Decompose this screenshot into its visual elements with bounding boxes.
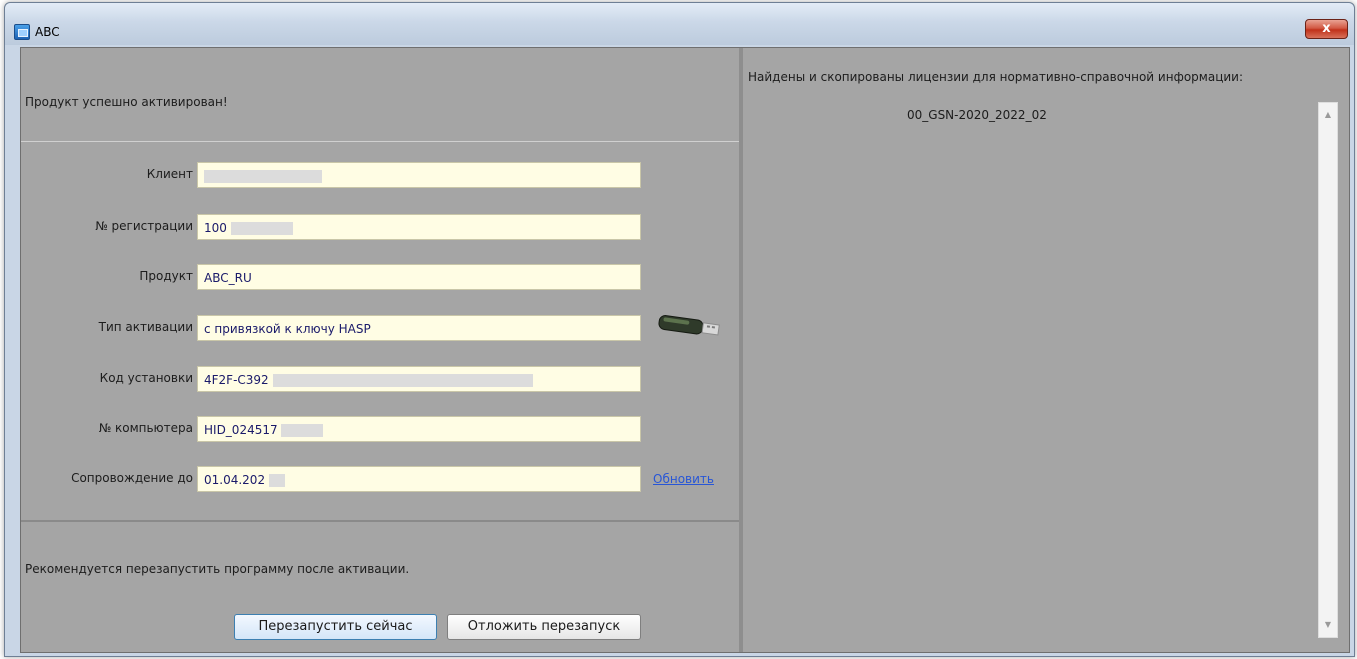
client-field[interactable]: [197, 162, 641, 188]
computer-id-field[interactable]: HID_024517: [197, 416, 641, 442]
close-button[interactable]: x: [1305, 19, 1348, 39]
postpone-restart-button[interactable]: Отложить перезапуск: [447, 614, 641, 640]
computer-id-label: № компьютера: [98, 421, 193, 435]
redacted-block: [281, 424, 324, 437]
close-icon: x: [1322, 21, 1331, 36]
support-until-field[interactable]: 01.04.202: [197, 466, 641, 492]
license-item[interactable]: 00_GSN-2020_2022_02: [907, 108, 1047, 122]
row-computer-id: № компьютера HID_024517: [21, 416, 739, 442]
restart-message: Рекомендуется перезапустить программу по…: [25, 562, 410, 576]
redacted-block: [268, 474, 285, 487]
redacted-block: [204, 170, 322, 183]
support-until-value: 01.04.202: [204, 473, 266, 487]
scroll-down-icon[interactable]: ▼: [1319, 617, 1337, 633]
row-support-until: Сопровождение до 01.04.202 Обновить: [21, 466, 739, 492]
scroll-up-icon[interactable]: ▲: [1319, 107, 1337, 123]
product-value: ABC_RU: [204, 271, 252, 285]
restart-section: Рекомендуется перезапустить программу по…: [21, 520, 739, 652]
registration-label: № регистрации: [95, 219, 193, 233]
product-field[interactable]: ABC_RU: [197, 264, 641, 290]
support-until-label: Сопровождение до: [71, 471, 193, 485]
activation-type-label: Тип активации: [98, 320, 193, 334]
window-title: ABC: [35, 25, 60, 39]
right-panel: Найдены и скопированы лицензии для норма…: [743, 48, 1349, 652]
row-client: Клиент: [21, 162, 739, 188]
usb-key-icon: [658, 315, 720, 336]
activation-window: ABC x Продукт успешно активирован! Клиен…: [4, 2, 1355, 657]
licenses-scrollbar[interactable]: ▲ ▼: [1318, 102, 1338, 638]
restart-now-button[interactable]: Перезапустить сейчас: [234, 614, 437, 640]
activation-type-field[interactable]: с привязкой к ключу HASP: [197, 315, 641, 341]
install-code-label: Код установки: [99, 371, 193, 385]
status-section: Продукт успешно активирован!: [21, 48, 739, 142]
licenses-title: Найдены и скопированы лицензии для норма…: [748, 70, 1243, 84]
redacted-block: [230, 222, 293, 235]
computer-id-value: HID_024517: [204, 423, 278, 437]
install-code-value: 4F2F-C392: [204, 373, 269, 387]
product-label: Продукт: [139, 269, 193, 283]
registration-value: 100: [204, 221, 227, 235]
update-link[interactable]: Обновить: [653, 472, 714, 486]
client-label: Клиент: [146, 167, 193, 181]
row-product: Продукт ABC_RU: [21, 264, 739, 290]
status-message: Продукт успешно активирован!: [25, 95, 228, 109]
registration-field[interactable]: 100: [197, 214, 641, 240]
row-activation-type: Тип активации с привязкой к ключу HASP: [21, 315, 739, 341]
left-panel: Продукт успешно активирован! Клиент № ре…: [21, 48, 739, 652]
app-icon: [14, 24, 30, 40]
activation-type-value: с привязкой к ключу HASP: [204, 322, 371, 336]
details-section: Клиент № регистрации 100 Продукт ABC_RU …: [21, 144, 739, 514]
row-install-code: Код установки 4F2F-C392: [21, 366, 739, 392]
row-registration: № регистрации 100: [21, 214, 739, 240]
install-code-field[interactable]: 4F2F-C392: [197, 366, 641, 392]
content-area: Продукт успешно активирован! Клиент № ре…: [20, 47, 1350, 653]
redacted-block: [272, 374, 533, 387]
title-bar[interactable]: ABC x: [5, 3, 1354, 45]
